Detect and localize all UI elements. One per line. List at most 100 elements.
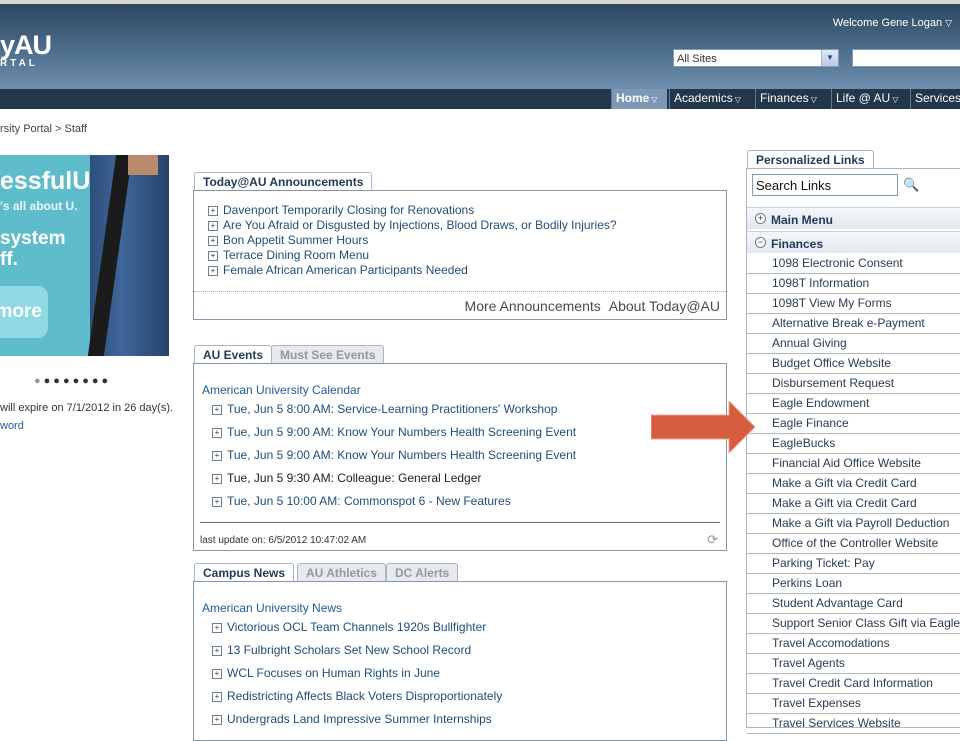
expand-icon[interactable]: +: [212, 623, 222, 633]
link-item[interactable]: Make a Gift via Credit Card: [747, 494, 960, 514]
portal-logo[interactable]: yAU: [0, 30, 52, 61]
link-item[interactable]: Annual Giving: [747, 334, 960, 354]
nav-home[interactable]: Home ▽: [611, 89, 667, 109]
news-title[interactable]: American University News: [202, 601, 342, 615]
list-item[interactable]: + Redistricting Affects Black Voters Disp…: [212, 689, 502, 712]
tab-personalized-links[interactable]: Personalized Links: [747, 150, 874, 169]
link-item[interactable]: Alternative Break e-Payment: [747, 314, 960, 334]
tab-campus-news[interactable]: Campus News: [194, 563, 295, 582]
promo-more-button[interactable]: more: [0, 286, 48, 338]
news-headline: 13 Fulbright Scholars Set New School Rec…: [227, 643, 472, 657]
more-announcements-link[interactable]: More Announcements: [465, 298, 601, 314]
list-item[interactable]: + Bon Appetit Summer Hours: [208, 233, 617, 248]
collapse-icon[interactable]: −: [755, 237, 766, 248]
refresh-icon[interactable]: ⟳: [707, 532, 718, 548]
list-item[interactable]: + Tue, Jun 5 9:00 AM: Know Your Numbers H…: [212, 425, 576, 448]
expand-icon[interactable]: +: [212, 474, 222, 484]
tab-au-athletics[interactable]: AU Athletics: [297, 563, 386, 582]
list-item[interactable]: + Davenport Temporarily Closing for Renov…: [208, 203, 617, 218]
expand-icon[interactable]: +: [212, 405, 222, 415]
link-item[interactable]: Travel Agents: [747, 654, 960, 674]
link-item[interactable]: Disbursement Request: [747, 374, 960, 394]
nav-finances[interactable]: Finances ▽: [755, 89, 831, 109]
announcement-title: Female African American Participants Nee…: [223, 263, 468, 277]
link-item[interactable]: Eagle Endowment: [747, 394, 960, 414]
expand-icon[interactable]: +: [212, 428, 222, 438]
link-item[interactable]: 1098T Information: [747, 274, 960, 294]
list-item[interactable]: + Victorious OCL Team Channels 1920s Bull…: [212, 620, 502, 643]
promo-text: system ff.: [0, 228, 66, 270]
change-password-link[interactable]: word: [0, 420, 24, 432]
list-item[interactable]: + Tue, Jun 5 10:00 AM: Commonspot 6 - New…: [212, 494, 576, 517]
link-item[interactable]: 1098T View My Forms: [747, 294, 960, 314]
link-item[interactable]: Parking Ticket: Pay: [747, 554, 960, 574]
promo-person-neck: [128, 155, 158, 175]
expand-icon[interactable]: +: [212, 692, 222, 702]
nav-finances-label: Finances: [760, 91, 809, 105]
link-item[interactable]: Make a Gift via Payroll Deduction: [747, 514, 960, 534]
link-item[interactable]: 1098 Electronic Consent: [747, 254, 960, 274]
list-item[interactable]: + Are You Afraid or Disgusted by Injectio…: [208, 218, 617, 233]
main-nav: Home ▽ Academics ▽ Finances ▽ Life @ AU ▽ Se…: [0, 89, 960, 109]
expand-icon[interactable]: +: [212, 646, 222, 656]
link-item[interactable]: Travel Credit Card Information: [747, 674, 960, 694]
calendar-title[interactable]: American University Calendar: [202, 383, 361, 397]
list-item[interactable]: + Tue, Jun 5 8:00 AM: Service-Learning Pr…: [212, 402, 576, 425]
list-item[interactable]: + Female African American Participants Ne…: [208, 263, 617, 278]
link-item[interactable]: Student Advantage Card: [747, 594, 960, 614]
list-item[interactable]: +13 Fulbright Scholars Set New School Re…: [212, 643, 502, 666]
divider: [194, 291, 726, 292]
expand-icon[interactable]: +: [208, 206, 218, 216]
link-item-eagle-finance[interactable]: Eagle Finance: [747, 414, 960, 434]
about-today-link[interactable]: About Today@AU: [609, 298, 720, 314]
announcement-title: Bon Appetit Summer Hours: [223, 233, 369, 247]
promo-banner[interactable]: essfulU 's all about U. system ff. more: [0, 155, 169, 356]
expand-icon[interactable]: +: [212, 669, 222, 679]
event-title: Tue, Jun 5 10:00 AM: Commonspot 6 - New …: [227, 494, 511, 508]
list-item[interactable]: + WCL Focuses on Human Rights in June: [212, 666, 502, 689]
welcome-menu[interactable]: Welcome Gene Logan ▽: [833, 17, 952, 29]
tab-au-events[interactable]: AU Events: [194, 345, 273, 364]
tab-dc-alerts[interactable]: DC Alerts: [386, 563, 459, 582]
list-item[interactable]: + Tue, Jun 5 9:30 AM: Colleague: General …: [212, 471, 576, 494]
link-item[interactable]: EagleBucks: [747, 434, 960, 454]
promo-headline: essfulU: [0, 167, 91, 195]
finances-header[interactable]: − Finances: [747, 231, 960, 253]
nav-academics[interactable]: Academics ▽: [669, 89, 753, 109]
link-item[interactable]: Perkins Loan: [747, 574, 960, 594]
expand-icon[interactable]: +: [212, 715, 222, 725]
list-item[interactable]: + Tue, Jun 5 9:00 AM: Know Your Numbers H…: [212, 448, 576, 471]
promo-text-line1: system: [0, 228, 66, 249]
expand-icon[interactable]: +: [208, 221, 218, 231]
link-item[interactable]: Travel Expenses: [747, 694, 960, 714]
expand-icon[interactable]: +: [208, 236, 218, 246]
search-links-input[interactable]: Search Links: [752, 174, 898, 196]
dropdown-arrow-icon[interactable]: ▼: [821, 50, 838, 66]
link-item[interactable]: Support Senior Class Gift via Eagle: [747, 614, 960, 634]
tab-announcements[interactable]: Today@AU Announcements: [194, 172, 373, 191]
site-scope-select[interactable]: All Sites ▼: [673, 49, 839, 67]
search-icon[interactable]: 🔍: [903, 177, 919, 193]
expand-icon[interactable]: +: [212, 451, 222, 461]
expand-icon[interactable]: +: [755, 213, 766, 224]
list-item[interactable]: + Undergrads Land Impressive Summer Inter…: [212, 712, 502, 735]
expand-icon[interactable]: +: [208, 266, 218, 276]
link-item[interactable]: Travel Services Website: [747, 714, 960, 734]
link-item[interactable]: Financial Aid Office Website: [747, 454, 960, 474]
nav-services[interactable]: Services: [910, 89, 960, 109]
site-search-input[interactable]: [852, 49, 960, 67]
nav-life-at-au[interactable]: Life @ AU ▽: [831, 89, 910, 109]
link-item[interactable]: Travel Accomodations: [747, 634, 960, 654]
link-item[interactable]: Make a Gift via Credit Card: [747, 474, 960, 494]
link-item[interactable]: Budget Office Website: [747, 354, 960, 374]
link-item[interactable]: Office of the Controller Website: [747, 534, 960, 554]
carousel-dots[interactable]: ●●●●●●●●: [34, 375, 111, 387]
list-item[interactable]: + Terrace Dining Room Menu: [208, 248, 617, 263]
header-banner: yAU RTAL Welcome Gene Logan ▽ All Sites ▼: [0, 4, 960, 89]
news-headline: Undergrads Land Impressive Summer Intern…: [227, 712, 492, 726]
tab-must-see-events[interactable]: Must See Events: [271, 345, 385, 364]
expand-icon[interactable]: +: [212, 497, 222, 507]
chevron-down-icon: ▽: [810, 95, 817, 104]
expand-icon[interactable]: +: [208, 251, 218, 261]
main-menu-header[interactable]: + Main Menu: [747, 207, 960, 229]
